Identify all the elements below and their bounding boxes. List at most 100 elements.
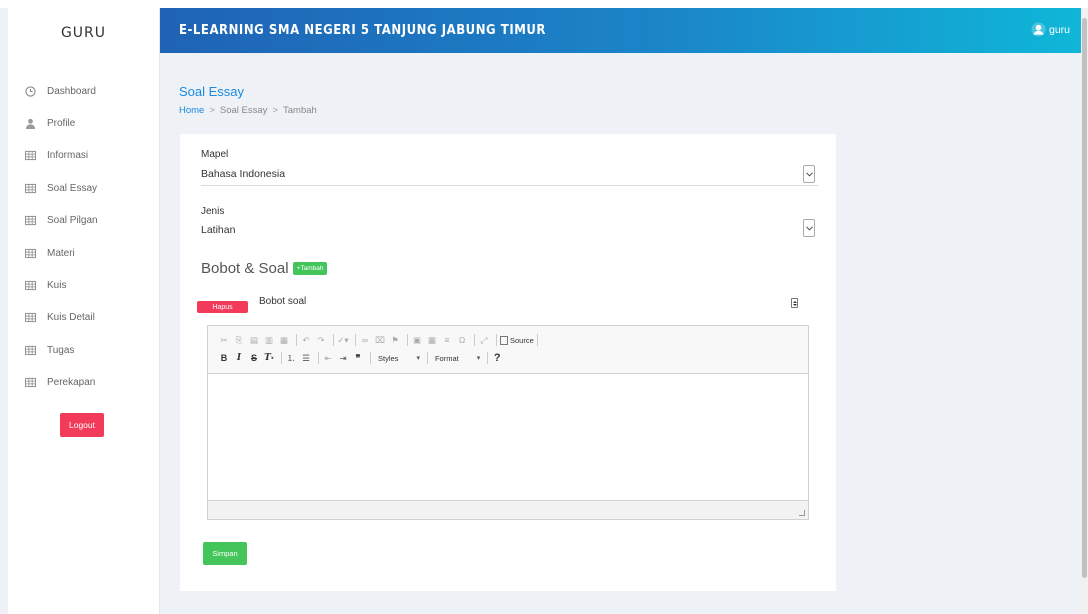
sidebar-item-kuis-detail[interactable]: Kuis Detail xyxy=(8,302,159,334)
logout-wrap: Logout xyxy=(8,412,159,437)
user-name: guru xyxy=(1048,23,1070,36)
bobot-spinner-icon[interactable] xyxy=(791,298,798,308)
table-icon xyxy=(24,344,36,356)
outdent-icon[interactable]: ⇤ xyxy=(322,351,334,365)
chevron-down-icon xyxy=(805,225,813,231)
breadcrumb: Home > Soal Essay > Tambah xyxy=(179,105,317,116)
toolbar-row-2: B I S Tx ⒈ ☰ ⇤ ⇥ ❞ Styles ▾ Format ▾ ? xyxy=(218,349,802,367)
maximize-icon[interactable]: ⤢ xyxy=(478,333,490,347)
tambah-button[interactable]: +Tambah xyxy=(292,262,328,275)
breadcrumb-separator-icon: > xyxy=(272,105,278,116)
sidebar-item-dashboard[interactable]: Dashboard xyxy=(8,75,159,107)
toolbar-separator xyxy=(333,334,334,346)
page-scrollbar[interactable] xyxy=(1081,8,1088,614)
copy-icon[interactable]: ⎘ xyxy=(233,333,245,347)
editor-content-area[interactable] xyxy=(208,374,808,500)
source-label: Source xyxy=(510,335,534,345)
sidebar-item-tugas[interactable]: Tugas xyxy=(8,334,159,366)
mapel-label: Mapel xyxy=(201,149,229,160)
jenis-dropdown-toggle[interactable] xyxy=(803,219,815,237)
breadcrumb-current: Tambah xyxy=(283,105,317,116)
sidebar-item-soal-essay[interactable]: Soal Essay xyxy=(8,172,159,204)
indent-icon[interactable]: ⇥ xyxy=(337,351,349,365)
link-icon[interactable]: ∞ xyxy=(359,333,371,347)
sidebar-item-label: Perekapan xyxy=(47,377,96,389)
user-menu[interactable]: guru xyxy=(1031,22,1070,37)
blockquote-icon[interactable]: ❞ xyxy=(352,351,364,365)
bobot-soal-input[interactable]: Bobot soal xyxy=(259,296,306,307)
breadcrumb-separator-icon: > xyxy=(209,105,215,116)
table-insert-icon[interactable]: ▦ xyxy=(426,333,438,347)
toolbar-separator xyxy=(296,334,297,346)
top-header: E-LEARNING SMA NEGERI 5 TANJUNG JABUNG T… xyxy=(160,8,1088,53)
cut-icon[interactable]: ✂ xyxy=(218,333,230,347)
sidebar-item-informasi[interactable]: Informasi xyxy=(8,140,159,172)
table-icon xyxy=(24,377,36,389)
resize-handle-icon[interactable] xyxy=(799,510,805,516)
sidebar-item-label: Dashboard xyxy=(47,85,96,97)
sidebar: GURU Dashboard Profile Informasi Soal Es… xyxy=(8,8,160,614)
app-title: E-LEARNING SMA NEGERI 5 TANJUNG JABUNG T… xyxy=(179,23,546,38)
sidebar-item-kuis[interactable]: Kuis xyxy=(8,269,159,301)
help-icon[interactable]: ? xyxy=(491,351,503,365)
sidebar-brand: GURU xyxy=(60,25,107,41)
undo-icon[interactable]: ↶ xyxy=(300,333,312,347)
chevron-down-icon: ▾ xyxy=(476,355,481,362)
scrollbar-thumb[interactable] xyxy=(1082,18,1087,578)
anchor-icon[interactable]: ⚑ xyxy=(389,333,401,347)
form-card: Mapel Bahasa Indonesia Jenis Latihan Bob… xyxy=(180,134,836,591)
remove-format-icon[interactable]: Tx xyxy=(263,351,275,365)
styles-dropdown[interactable]: Styles ▾ xyxy=(374,354,424,363)
table-icon xyxy=(24,247,36,259)
toolbar-separator xyxy=(496,334,497,346)
hapus-button[interactable]: Hapus xyxy=(197,301,248,313)
logout-button[interactable]: Logout xyxy=(60,412,104,437)
horizontal-rule-icon[interactable]: ≡ xyxy=(441,333,453,347)
redo-icon[interactable]: ↷ xyxy=(315,333,327,347)
bobot-soal-section: Bobot & Soal +Tambah xyxy=(201,260,328,277)
paste-icon[interactable]: ▤ xyxy=(248,333,260,347)
toolbar-separator xyxy=(426,352,428,364)
special-char-icon[interactable]: Ω xyxy=(456,333,468,347)
editor-footer xyxy=(208,500,808,519)
toolbar-row-1: ✂ ⎘ ▤ ▥ ▦ ↶ ↷ ✓▾ ∞ ⌧ ⚑ ▣ ▦ ≡ Ω ⤢ Source xyxy=(218,331,802,349)
strikethrough-icon[interactable]: S xyxy=(248,351,260,365)
bold-icon[interactable]: B xyxy=(218,351,230,365)
user-avatar-icon xyxy=(1031,22,1046,37)
top-strip xyxy=(0,0,1088,8)
numbered-list-icon[interactable]: ⒈ xyxy=(285,351,297,365)
sidebar-item-soal-pilgan[interactable]: Soal Pilgan xyxy=(8,205,159,237)
section-title: Bobot & Soal xyxy=(201,260,289,277)
mapel-select[interactable]: Bahasa Indonesia xyxy=(201,162,818,186)
unlink-icon[interactable]: ⌧ xyxy=(374,333,386,347)
table-icon xyxy=(24,182,36,194)
sidebar-item-perekapan[interactable]: Perekapan xyxy=(8,367,159,399)
jenis-select[interactable]: Latihan xyxy=(201,218,818,242)
image-icon[interactable]: ▣ xyxy=(411,333,423,347)
sidebar-item-materi[interactable]: Materi xyxy=(8,237,159,269)
paste-word-icon[interactable]: ▦ xyxy=(278,333,290,347)
sidebar-item-label: Tugas xyxy=(47,344,75,356)
rich-text-editor: ✂ ⎘ ▤ ▥ ▦ ↶ ↷ ✓▾ ∞ ⌧ ⚑ ▣ ▦ ≡ Ω ⤢ Source … xyxy=(207,325,809,520)
toolbar-separator xyxy=(407,334,408,346)
sidebar-item-label: Materi xyxy=(47,247,75,259)
toolbar-separator xyxy=(281,352,282,364)
sidebar-item-label: Soal Essay xyxy=(47,182,98,194)
sidebar-item-profile[interactable]: Profile xyxy=(8,107,159,139)
italic-icon[interactable]: I xyxy=(233,351,245,365)
breadcrumb-item[interactable]: Soal Essay xyxy=(220,105,268,116)
spellcheck-icon[interactable]: ✓▾ xyxy=(337,333,349,347)
styles-label: Styles xyxy=(378,353,399,363)
source-button[interactable]: Source xyxy=(500,335,534,345)
sidebar-item-label: Informasi xyxy=(47,150,89,162)
breadcrumb-home-link[interactable]: Home xyxy=(179,105,204,116)
simpan-button[interactable]: Simpan xyxy=(203,542,247,565)
toolbar-separator xyxy=(536,334,538,346)
mapel-dropdown-toggle[interactable] xyxy=(803,165,815,183)
paste-text-icon[interactable]: ▥ xyxy=(263,333,275,347)
toolbar-separator xyxy=(487,352,489,364)
table-icon xyxy=(24,312,36,324)
format-dropdown[interactable]: Format ▾ xyxy=(431,354,484,363)
bulleted-list-icon[interactable]: ☰ xyxy=(300,351,312,365)
sidebar-nav: Dashboard Profile Informasi Soal Essay S… xyxy=(8,75,159,399)
